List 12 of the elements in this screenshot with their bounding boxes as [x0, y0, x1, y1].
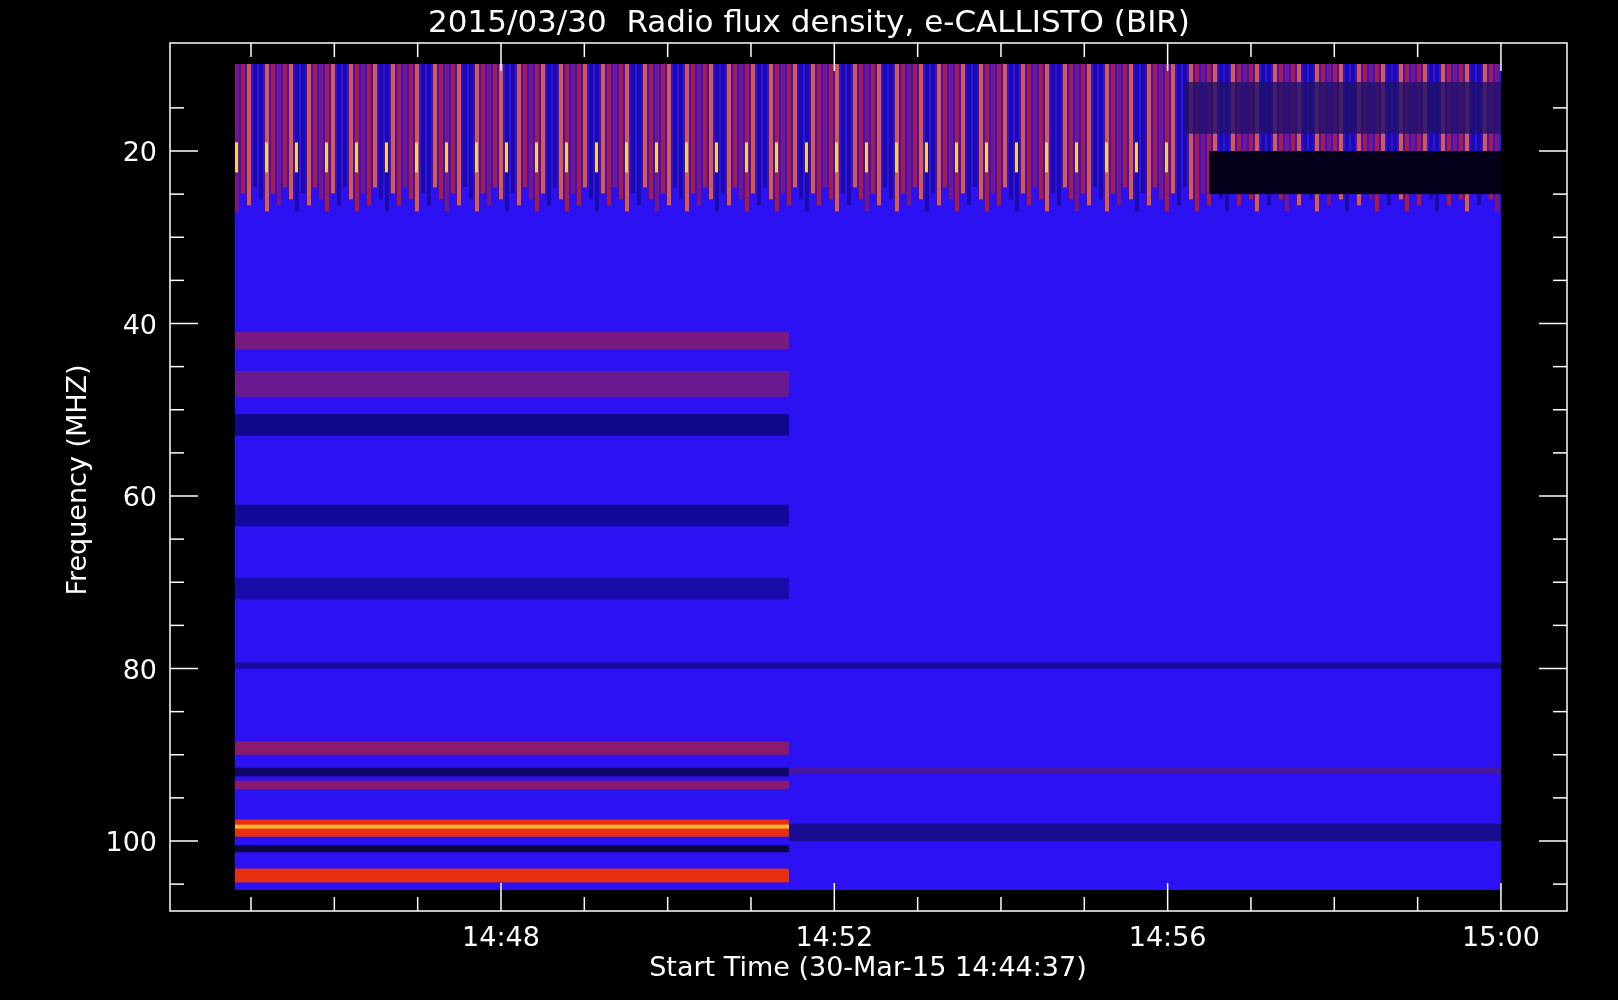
axis-tick-label: 20: [122, 136, 157, 167]
axis-title: Start Time (30-Mar-15 14:44:37): [649, 951, 1087, 982]
axis-tick-label: 15:00: [1462, 921, 1540, 952]
axis-tick-label: 40: [122, 308, 157, 340]
axis-tick-label: 100: [105, 826, 157, 857]
axis-tick-label: 14:52: [795, 921, 874, 952]
axis-tick-label: 60: [122, 481, 157, 512]
axis-tick-label: 14:48: [462, 921, 540, 952]
axis-title: Frequency (MHZ): [61, 364, 92, 596]
chart-title: 2015/03/30 Radio flux density, e-CALLISTO (BIR): [428, 3, 1190, 39]
axis-tick-label: 80: [122, 653, 157, 685]
axis-tick-label: 14:56: [1128, 921, 1207, 952]
